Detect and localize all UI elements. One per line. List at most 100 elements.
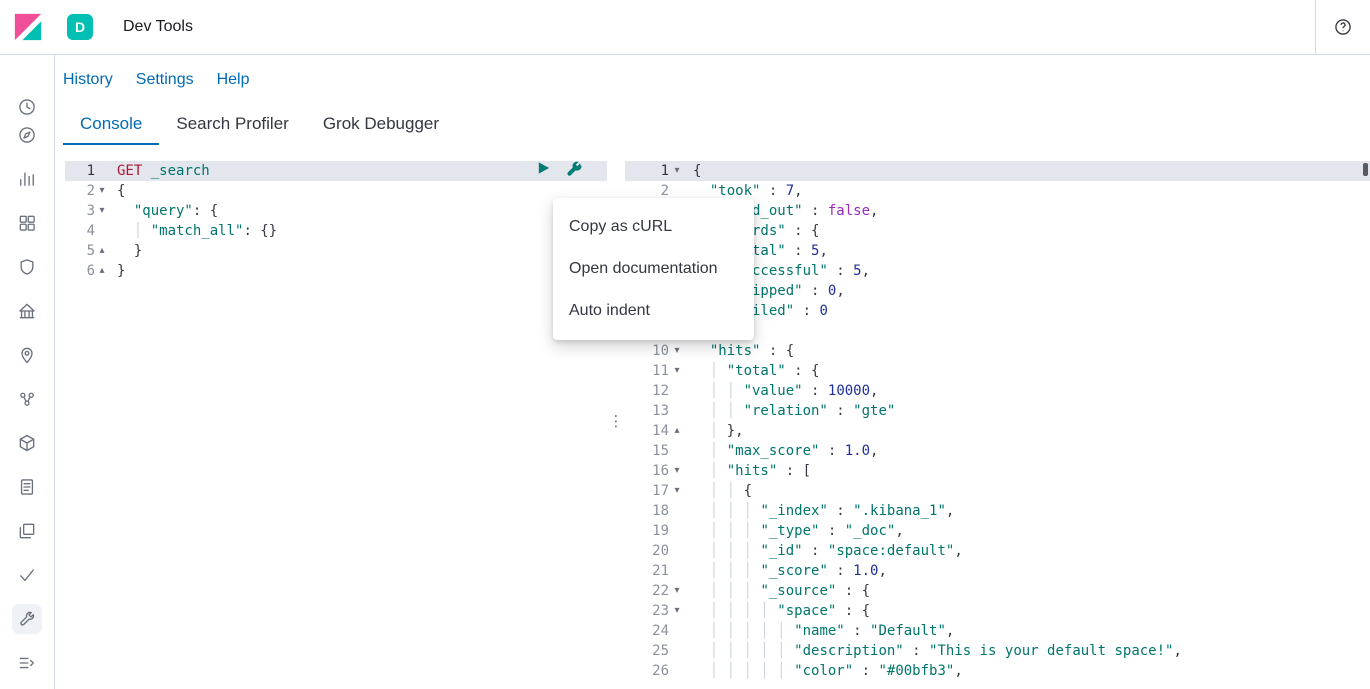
code-text: │ │ │ │ │ "name" : "Default", [685,621,1370,641]
line-number: 19 [625,521,669,541]
line-number: 17 [625,481,669,501]
fold-open-icon[interactable]: ▾ [95,181,109,201]
fold-close-icon[interactable]: ▴ [95,261,109,281]
fold-close-icon[interactable]: ▴ [95,241,109,261]
fold-open-icon[interactable]: ▾ [669,161,685,181]
kibana-logo[interactable] [0,0,55,54]
fold-open-icon[interactable]: ▾ [95,201,109,221]
sidebar-item-grid[interactable] [12,209,42,237]
code-line: 22▾ │ │ │ "_source" : { [625,581,1370,601]
clock-icon [17,97,37,117]
response-scrollbar-thumb[interactable] [1363,163,1368,176]
code-text: "took" : 7, [685,181,1370,201]
code-text: "query": { [109,201,607,221]
code-text: │ │ │ "_index" : ".kibana_1", [685,501,1370,521]
line-number: 4 [65,221,95,241]
code-line[interactable]: 4 │ "match_all": {} [65,221,607,241]
code-text: │ │ "relation" : "gte" [685,401,1370,421]
tab-grok-debugger[interactable]: Grok Debugger [306,105,456,145]
fold-spacer [669,381,685,401]
help-button[interactable] [1315,0,1370,54]
fold-spacer [669,541,685,561]
nav-link-settings[interactable]: Settings [136,71,194,91]
sidebar-item-clock[interactable] [12,93,42,121]
line-number: 10 [625,341,669,361]
code-text: "hits" : { [685,341,1370,361]
code-text: │ │ │ │ │ "description" : "This is your … [685,641,1370,661]
line-number: 16 [625,461,669,481]
sidebar-item-collapse[interactable] [12,649,42,677]
line-number: 3 [65,201,95,221]
space-badge[interactable]: D [67,14,93,40]
sidebar-item-shield[interactable] [12,253,42,281]
sidebar-item-bar-chart[interactable] [12,165,42,193]
code-text: } [109,261,607,281]
code-line[interactable]: 2▾{ [65,181,607,201]
map-pin-icon [17,345,37,365]
menu-item-auto-indent[interactable]: Auto indent [553,290,754,332]
code-line[interactable]: 6▴} [65,261,607,281]
line-number: 22 [625,581,669,601]
fold-open-icon[interactable]: ▾ [669,601,685,621]
sidebar-item-wrench[interactable] [12,604,42,634]
top-bar: D Dev Tools [0,0,1370,55]
code-line: 24 │ │ │ │ │ "name" : "Default", [625,621,1370,641]
nav-link-help[interactable]: Help [217,71,250,91]
code-line: 19 │ │ │ "_type" : "_doc", [625,521,1370,541]
fold-open-icon[interactable]: ▾ [669,361,685,381]
kibana-logo-icon [13,12,43,42]
code-line[interactable]: 1GET _search [65,161,607,181]
wrench-icon [17,609,37,629]
request-options-button[interactable] [565,159,583,177]
request-editor[interactable]: 1GET _search2▾{3▾ "query": {4 │ "match_a… [65,153,607,689]
shield-icon [17,257,37,277]
code-line: 1▾{ [625,161,1370,181]
fold-spacer [669,621,685,641]
code-text: │ │ │ "_source" : { [685,581,1370,601]
fold-open-icon[interactable]: ▾ [669,581,685,601]
code-text: GET _search [109,161,607,181]
building-icon [17,301,37,321]
help-icon [1333,17,1353,37]
sidebar-item-layers[interactable] [12,517,42,545]
fold-close-icon[interactable]: ▴ [669,421,685,441]
compass-icon [17,125,37,145]
sidebar-item-cube[interactable] [12,429,42,457]
code-text: }, [685,321,1370,341]
line-number: 1 [625,161,669,181]
code-text: │ │ { [685,481,1370,501]
sidebar-item-map-pin[interactable] [12,341,42,369]
code-text: │ "hits" : [ [685,461,1370,481]
line-number: 14 [625,421,669,441]
code-text: │ │ "value" : 10000, [685,381,1370,401]
menu-item-copy-as-curl[interactable]: Copy as cURL [553,206,754,248]
fold-open-icon[interactable]: ▾ [669,461,685,481]
fold-open-icon[interactable]: ▾ [669,481,685,501]
play-icon [536,160,551,176]
code-line[interactable]: 5▴ } [65,241,607,261]
code-line: 20 │ │ │ "_id" : "space:default", [625,541,1370,561]
sidebar-item-nodes[interactable] [12,385,42,413]
tab-search-profiler[interactable]: Search Profiler [159,105,305,145]
devtools-tabs: ConsoleSearch ProfilerGrok Debugger [55,105,1370,145]
code-text: } [109,241,607,261]
nav-link-history[interactable]: History [63,71,113,91]
menu-item-open-documentation[interactable]: Open documentation [553,248,754,290]
fold-spacer [669,401,685,421]
sidebar-item-check[interactable] [12,561,42,589]
line-number: 13 [625,401,669,421]
send-request-button[interactable] [534,159,552,177]
tab-console[interactable]: Console [63,105,159,145]
sidebar-item-document[interactable] [12,473,42,501]
line-number: 23 [625,601,669,621]
code-line[interactable]: 3▾ "query": { [65,201,607,221]
sidebar-item-compass[interactable] [12,121,42,149]
line-number: 26 [625,661,669,681]
fold-open-icon[interactable]: ▾ [669,341,685,361]
sidebar-item-building[interactable] [12,297,42,325]
fold-spacer [669,641,685,661]
fold-spacer [669,501,685,521]
line-number: 11 [625,361,669,381]
code-text: "_shards" : { [685,221,1370,241]
line-number: 15 [625,441,669,461]
